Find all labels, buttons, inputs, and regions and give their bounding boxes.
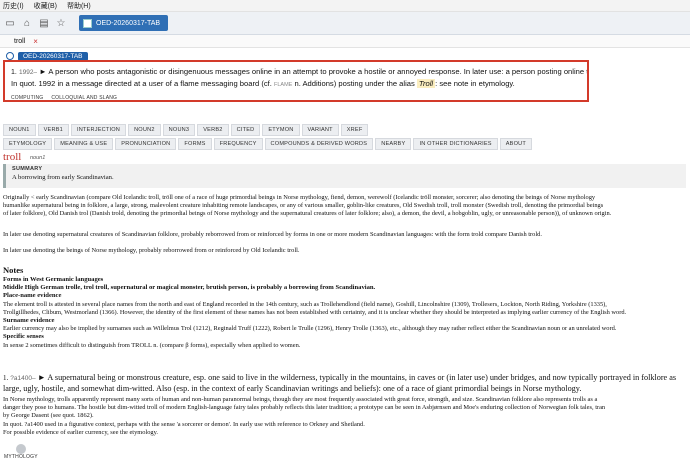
sense-note-line: by George Dasent (see quot. 1862). xyxy=(3,412,94,420)
sense-note-line: danger they pose to humans. The hostile … xyxy=(3,404,606,412)
headword: troll xyxy=(3,151,22,163)
etymology-line: humanlike supernatural being in folklore… xyxy=(3,202,604,210)
nav-meaning[interactable]: MEANING & USE xyxy=(54,138,114,150)
window-tab-label: OED-20260317-TAB xyxy=(96,19,161,27)
nav-verb1[interactable]: VERB1 xyxy=(37,124,69,136)
sense-1-notes: In Norse mythology, trolls apparently re… xyxy=(3,396,689,437)
nav-other-dictionaries[interactable]: IN OTHER DICTIONARIES xyxy=(413,138,498,150)
nav-noun3[interactable]: NOUN3 xyxy=(162,124,196,136)
notes-line: Trollgillhedes, Clibum, Westmorland (136… xyxy=(3,308,627,316)
summary-text: A borrowing from early Scandinavian. xyxy=(12,174,114,181)
window-tab[interactable]: OED-20260317-TAB xyxy=(79,15,169,31)
menu-help[interactable]: 帮助(H) xyxy=(67,1,91,11)
tab-troll[interactable]: troll xyxy=(14,38,25,45)
notes-subheading: Place-name evidence xyxy=(3,292,62,300)
document-icon xyxy=(83,18,92,28)
menu-favorites[interactable]: 收藏(B) xyxy=(34,1,57,11)
nav-interjection[interactable]: INTERJECTION xyxy=(70,124,127,136)
circle-icon xyxy=(6,52,14,60)
arrow-icon: ► xyxy=(39,67,47,76)
nav-cited[interactable]: CITED xyxy=(230,124,261,136)
arrow-icon: ► xyxy=(37,373,46,382)
notes-line: The element troll is attested in several… xyxy=(3,300,607,308)
menu-history[interactable]: 历史(I) xyxy=(3,1,24,11)
etymology-para-3: In later use denoting the beings of Nors… xyxy=(3,247,689,255)
nav-variant[interactable]: VARIANT xyxy=(301,124,339,136)
summary-box: SUMMARY A borrowing from early Scandinav… xyxy=(3,164,686,188)
xref-flame[interactable]: FLAME xyxy=(274,82,292,88)
page-icon[interactable]: ▭ xyxy=(3,16,17,30)
nav-pronunciation[interactable]: PRONUNCIATION xyxy=(115,138,177,150)
page-tabbar: troll × xyxy=(0,35,690,48)
notes-line: Earlier currency may also be implied by … xyxy=(3,325,617,333)
nav-noun2[interactable]: NOUN2 xyxy=(128,124,161,136)
sense-line-1: 1. 1992– ► A person who posts antagonist… xyxy=(11,66,587,78)
sense-1-definition: A supernatural being or monstrous creatu… xyxy=(47,373,677,382)
etymology-para-2: In later use denoting supernatural creat… xyxy=(3,231,689,239)
sense-line-2: In quot. 1992 in a message directed at a… xyxy=(11,78,581,91)
paragraph-text: In later use denoting the beings of Nors… xyxy=(3,247,300,254)
nav-frequency[interactable]: FREQUENCY xyxy=(213,138,263,150)
print-icon[interactable]: ▤ xyxy=(37,16,51,30)
sense-tags: COMPUTING COLLOQUIAL AND SLANG xyxy=(11,93,581,100)
notes-subheading: Surname evidence xyxy=(3,317,55,325)
menu-bar: 历史(I) 收藏(B) 帮助(H) xyxy=(0,0,690,12)
sense-1: 1. ?a1400– ► A supernatural being or mon… xyxy=(3,373,689,394)
sense-1-number: 1. xyxy=(3,374,9,382)
sense-note-a: In quot. 1992 in a message directed at a… xyxy=(11,79,272,88)
alias-highlight: Troll xyxy=(416,79,436,88)
tag-colloquial[interactable]: COLLOQUIAL AND SLANG xyxy=(51,93,117,100)
nav-compounds[interactable]: COMPOUNDS & DERIVED WORDS xyxy=(264,138,374,150)
mythology-label: MYTHOLOGY xyxy=(4,454,38,460)
sense-definition: A person who posts antagonistic or disin… xyxy=(48,67,589,76)
sense-note-line: For possible evidence of earlier currenc… xyxy=(3,428,158,436)
etymology-text: Originally < early Scandinavian (compare… xyxy=(3,194,689,219)
star-icon[interactable]: ☆ xyxy=(54,16,68,30)
nav-etymon[interactable]: ETYMON xyxy=(262,124,300,136)
entry-nav: NOUN1 VERB1 INTERJECTION NOUN2 NOUN3 VER… xyxy=(3,124,369,136)
notes-section: Forms in West Germanic languages Middle … xyxy=(3,276,689,350)
sense-date: 1992– xyxy=(18,69,38,76)
sense-number: 1. xyxy=(11,69,17,76)
mythology-tag[interactable]: MYTHOLOGY xyxy=(4,444,38,460)
tag-computing[interactable]: COMPUTING xyxy=(11,93,43,100)
sense-note-b: n. Additions) posting under the alias xyxy=(294,79,415,88)
nav-nearby[interactable]: NEARBY xyxy=(375,138,412,150)
notes-subheading: Forms in West Germanic languages xyxy=(3,276,104,283)
toolbar: ▭ ⌂ ▤ ☆ OED-20260317-TAB xyxy=(0,12,690,35)
home-icon[interactable]: ⌂ xyxy=(20,16,34,30)
sense-note-line: In quot. ?a1400 used in a figurative con… xyxy=(3,420,365,428)
sense-1-line: 1. ?a1400– ► A supernatural being or mon… xyxy=(3,373,689,384)
nav-etymology[interactable]: ETYMOLOGY xyxy=(3,138,53,150)
nav-xref[interactable]: XREF xyxy=(340,124,369,136)
notes-subheading: Specific senses xyxy=(3,333,44,341)
mythology-icon xyxy=(15,444,26,454)
nav-verb2[interactable]: VERB2 xyxy=(197,124,229,136)
nav-forms[interactable]: FORMS xyxy=(178,138,212,150)
etymology-line: Originally < early Scandinavian (compare… xyxy=(3,194,596,201)
sense-note-c: : see note in etymology. xyxy=(435,79,515,88)
summary-label: SUMMARY xyxy=(12,166,43,172)
notes-heading: Notes xyxy=(3,265,24,275)
sense-note-line: In Norse mythology, trolls apparently re… xyxy=(3,396,598,403)
etymology-line: of later folklore), Old Danish trol (Dan… xyxy=(3,210,612,218)
nav-about[interactable]: ABOUT xyxy=(499,138,532,150)
sense-1-line-2: large, ugly, hostile, and somewhat dim-w… xyxy=(3,384,582,393)
section-nav: ETYMOLOGY MEANING & USE PRONUNCIATION FO… xyxy=(3,138,532,150)
notes-line: Middle High German trolle, trol troll, s… xyxy=(3,284,376,292)
highlighted-sense: 1. 1992– ► A person who posts antagonist… xyxy=(3,60,589,102)
notes-line: In sense 2 sometimes difficult to distin… xyxy=(3,341,301,349)
paragraph-text: In later use denoting supernatural creat… xyxy=(3,231,542,238)
close-icon[interactable]: × xyxy=(33,37,38,46)
part-of-speech: noun1 xyxy=(30,155,46,161)
nav-noun1[interactable]: NOUN1 xyxy=(3,124,36,136)
sense-1-date: ?a1400– xyxy=(10,375,36,382)
